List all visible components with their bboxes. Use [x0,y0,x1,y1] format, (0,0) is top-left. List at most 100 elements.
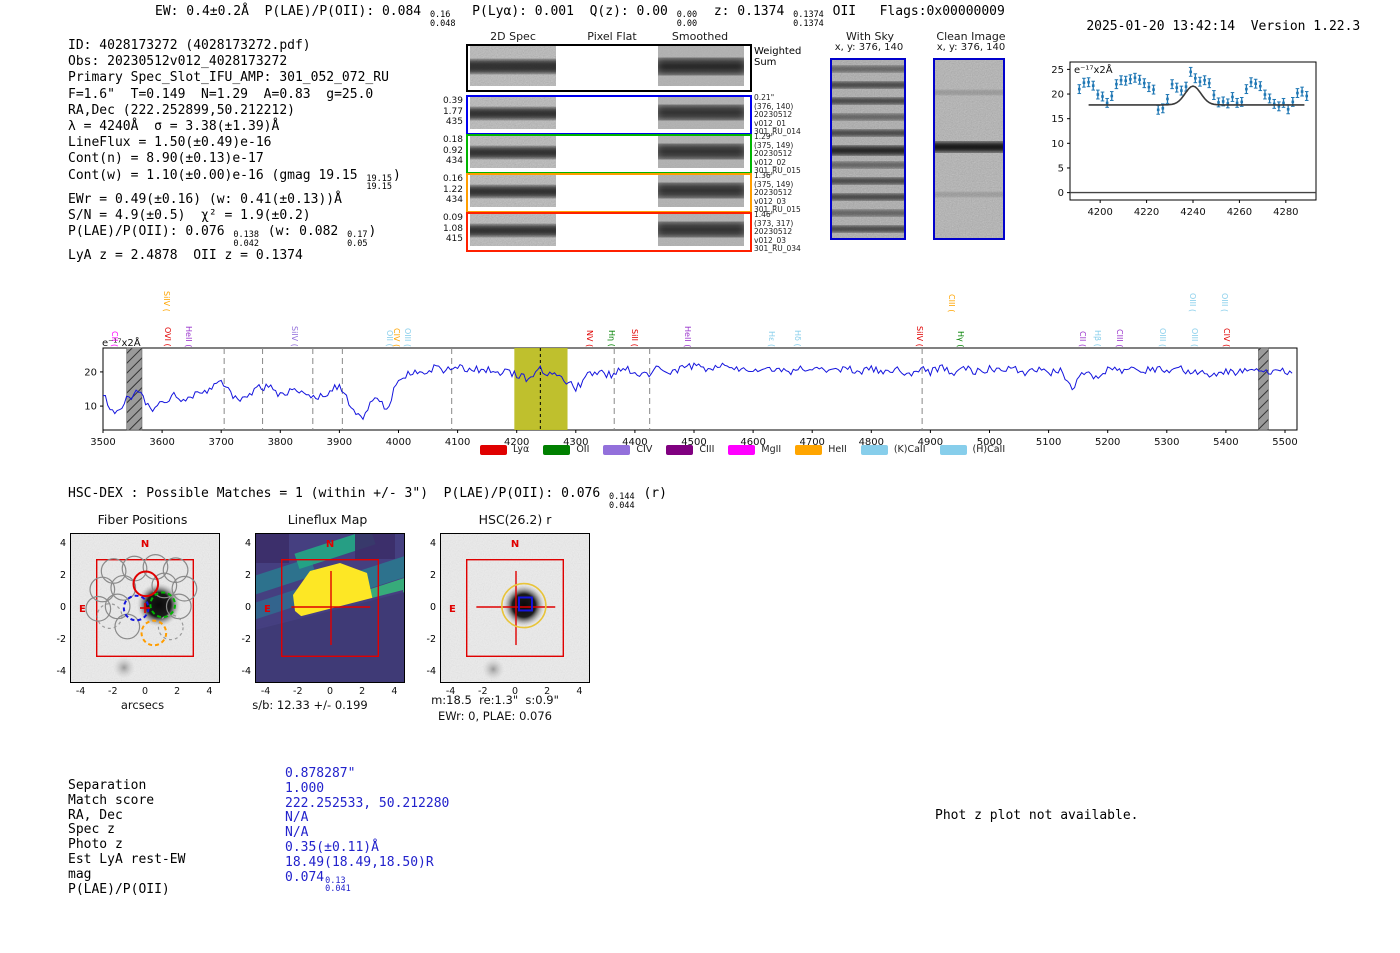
text-run: RA,Dec (222.252899,50.212212) [68,102,295,118]
spectral-line-label: HeII ( [683,325,692,347]
rect-decoration [828,66,908,72]
rect-decoration [1305,94,1309,98]
rect-decoration [470,225,556,236]
stacked-uncertainty: 0.1374 0.1374 [793,11,824,28]
main-xtick-label: 3600 [149,437,174,448]
match-row-value: 1.000 [285,781,324,796]
sub-value: 0.041 [325,884,351,895]
lineflux-map-xtick: 2 [359,686,366,697]
rect-decoration [1129,77,1132,81]
spec2d-weighted-images [470,46,744,86]
rect-decoration [1175,86,1179,89]
spec2d-col-header: Smoothed [671,30,729,43]
text-run: P(LAE)/P(OII): 0.076 [68,224,233,240]
sky-image-panels: With Sky x, y: 376, 140 Clean Image x, y… [820,30,1020,245]
rect-decoration [1207,81,1211,85]
spec2d-row-left-labels: 0.16 1.22 434 [442,174,463,205]
match-row-value: 0.35(±0.11)Å [285,840,379,855]
text-run: EWr = 0.49(±0.16) (w: 0.41(±0.13))Å [68,191,342,207]
legend-swatch [728,444,756,455]
report-timestamp: 2025-01-20 13:42:14 [1086,19,1236,34]
fiber-positions-title: Fiber Positions [97,512,188,527]
text-run: (w: 0.082 [259,224,347,240]
spectral-line-label: Hβ ( [1093,330,1102,347]
hsc-image-ytick: 0 [429,602,436,613]
with-sky-coords: x, y: 376, 140 [834,42,904,53]
legend-swatch [543,444,571,455]
zoom-units-annotation: e⁻¹⁷x2Å [1074,63,1113,76]
spectral-line-label: Hδ ( [793,330,802,347]
spec2d-row-left-labels: 0.18 0.92 434 [442,135,463,166]
info-line-8: Cont(w) = 1.10(±0.00)e-16 (gmag 19.15 19… [68,168,401,192]
text-run: P(Lyα): 0.001 Q(z): 0.00 [456,4,676,19]
fiber-positions-xtick: 4 [206,686,213,697]
legend-swatch [666,444,694,455]
rect-decoration [658,184,744,197]
lineflux-map-xtick: 0 [326,686,334,697]
spectral-line-label: HeII ( [184,325,193,347]
rect-decoration [1300,90,1304,93]
with-sky-svg [828,60,908,238]
report-datetime-version: 2025-01-20 13:42:14 Version 1.22.3 [1055,4,1360,49]
spectral-line-label: Hγ ( [956,330,965,347]
match-table-row: Est LyA rest-EW 0.35(±0.11)Å [68,840,379,867]
rect-decoration [828,114,908,120]
spectral-line-label: CIII ( [947,293,956,312]
hsc-image-image: NE [440,533,590,683]
value-text: 0.074 [285,869,325,885]
info-line-0: ID: 4028173272 (4028173272.pdf) [68,38,401,54]
legend-label: Lyα [513,444,530,455]
info-line-3: F=1.6" T=0.149 N=1.29 A=0.83 g=25.0 [68,87,401,103]
rect-decoration [1152,88,1155,91]
clean-image-svg [931,60,1007,238]
legend-item: CIV [603,444,652,455]
spectral-line-label: CIV ( [392,327,401,347]
hsc-image-title: HSC(26.2) r [478,512,552,527]
detection-info-block: ID: 4028173272 (4028173272.pdf) Obs: 2023… [68,38,401,264]
spectrum-legend: Lyα OII CIV CIII MgII HeII (K)CaII (H)CaII [480,444,1019,455]
lineflux-map-panel: Lineflux Map N E -4 -2 0 2 4 -4 -2 0 2 4 s/b: 12.33 +… [235,512,420,727]
rect-decoration [1231,95,1234,99]
hsc-xlabel2: EWr: 0, PLAE: 0.076 [438,709,552,723]
text-run: LineFlux = 1.50(±0.49)e-16 [68,135,272,151]
rect-decoration [1198,80,1202,84]
compass-north-label: N [326,539,334,550]
match-table-row: Match score 1.000 [68,781,324,808]
spectral-line-label: OIII ( [1190,327,1199,347]
spec2d-row-right-labels: 1.46" (373, 317) 20230512 v012_03 301_RU… [754,210,801,254]
sub-value: 0.05 [347,238,368,249]
rect-decoration [1254,82,1257,85]
rect-decoration [1087,80,1090,84]
info-line-5: λ = 4240Å σ = 3.38(±1.39)Å [68,119,401,135]
fiber-positions-ytick: -2 [56,634,66,646]
match-table-row: Separation 0.878287" [68,766,355,793]
rect-decoration [828,178,908,184]
rect-decoration [1263,93,1267,96]
masked-region-band [1258,347,1269,431]
main-xtick-label: 5500 [1272,437,1297,448]
rect-decoration [828,98,908,104]
main-xtick-label: 5300 [1154,437,1179,448]
summary-header-text: EW: 0.4±0.2Å P(LAE)/P(OII): 0.084 0.16 0.… [155,4,1005,28]
info-line-6: LineFlux = 1.50(±0.49)e-16 [68,135,401,151]
hsc-image-ytick: 4 [429,537,436,549]
rect-decoration [1110,94,1114,98]
main-ytick-label: 20 [85,367,97,378]
rect-decoration [470,60,556,73]
legend-swatch [603,444,631,455]
legend-label: MgII [761,444,782,455]
rect-decoration [1240,100,1244,104]
rect-decoration [1282,101,1285,105]
rect-decoration [1184,85,1188,88]
zoom-ytick-label: 20 [1051,90,1064,101]
main-units-annotation: e⁻¹⁷x2Å [102,336,141,349]
value-text: 1.000 [285,780,325,796]
fiber-positions-image: NE [70,533,220,683]
main-xtick-label: 5400 [1213,437,1238,448]
lineflux-xlabel: s/b: 12.33 +/- 0.199 [252,698,368,712]
info-line-10: S/N = 4.9(±0.5) χ² = 1.9(±0.2) [68,208,401,224]
info-line-2: Primary Spec_Slot_IFU_AMP: 301_052_072_R… [68,70,401,86]
info-line-4: RA,Dec (222.252899,50.212212) [68,103,401,119]
spec2d-row-right-labels: 1.29" (375, 149) 20230512 v012_02 301_RU… [754,132,801,176]
value-text: 222.252533, 50.212280 [285,795,450,811]
